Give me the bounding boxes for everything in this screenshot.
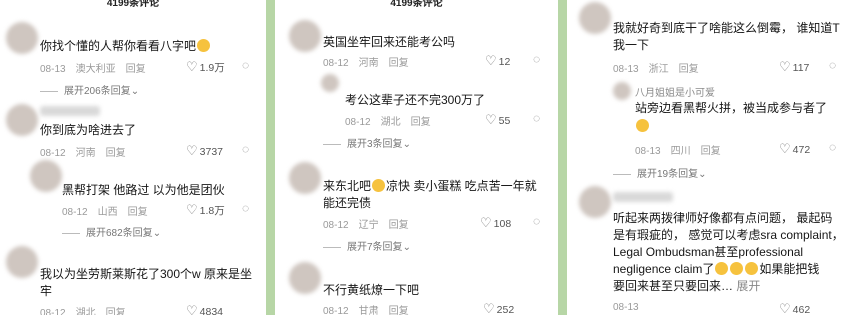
comment-meta: 08-13 澳大利亚 回复: [40, 64, 146, 75]
dislike-icon[interactable]: ◌: [242, 142, 249, 156]
emoji-icon: [745, 262, 759, 275]
reply-username[interactable]: 八月姐姐是小可爱: [635, 84, 715, 99]
emoji-icon: [730, 262, 744, 275]
comment-text: 听起来两拨律师好像都有点问题， 最起码: [613, 211, 833, 225]
like-button[interactable]: ♡ 4834: [186, 303, 223, 315]
reply-button[interactable]: 回复: [126, 64, 146, 75]
like-button[interactable]: ♡ 462: [779, 301, 810, 315]
emoji-icon: [197, 39, 211, 52]
dislike-icon[interactable]: ◌: [533, 214, 540, 228]
heart-icon: ♡: [779, 301, 791, 315]
heart-icon: ♡: [485, 112, 497, 127]
expand-replies[interactable]: 展开7条回复⌄: [323, 238, 411, 253]
avatar[interactable]: [613, 82, 631, 100]
comment-text: 黑帮打架 他路过 以为他是团伙: [62, 183, 225, 197]
comment-text: 我一下: [613, 38, 650, 52]
comment-text: 你找个懂的人帮你看看八字吧: [40, 38, 211, 55]
reply-button[interactable]: 回复: [128, 207, 148, 218]
reply-button[interactable]: 回复: [679, 64, 699, 75]
comment-meta: 08-12 山西 回复: [62, 207, 148, 218]
comment-panel-3: 我就好奇到底干了啥能这么倒霉， 谁知道T 我一下 08-13 浙江 回复 ♡ 117 …: [567, 0, 856, 315]
comment-text: Legal Ombudsman甚至professional: [613, 245, 804, 259]
heart-icon: ♡: [186, 202, 198, 217]
reply-button[interactable]: 回复: [389, 306, 409, 315]
comment-text: 能还完债: [323, 196, 372, 210]
comment-meta: 08-12 甘肃 回复: [323, 306, 409, 315]
like-button[interactable]: ♡ 3737: [186, 143, 223, 159]
like-button[interactable]: ♡ 55: [485, 112, 510, 128]
like-button[interactable]: ♡ 1.9万: [186, 59, 225, 75]
comment-count-header: 4199条评论: [106, 0, 160, 9]
comment-text: 我以为坐劳斯莱斯花了300个w 原来是坐: [40, 267, 253, 281]
emoji-icon: [715, 262, 729, 275]
reply-text: [635, 118, 650, 135]
comment-meta: 08-13 四川 回复: [635, 146, 721, 157]
expand-replies[interactable]: 展开3条回复⌄: [323, 135, 411, 150]
heart-icon: ♡: [485, 53, 497, 68]
like-button[interactable]: ♡ 1.8万: [186, 202, 225, 218]
comment-count-header: 4199条评论: [390, 0, 443, 9]
comment-text: 你到底为啥进去了: [40, 123, 137, 137]
avatar[interactable]: [6, 246, 38, 278]
reply-button[interactable]: 回复: [701, 146, 721, 157]
heart-icon: ♡: [779, 141, 791, 156]
avatar[interactable]: [289, 20, 321, 52]
heart-icon: ♡: [186, 303, 198, 315]
reply-button[interactable]: 回复: [389, 58, 409, 69]
comment-meta: 08-12 河南 回复: [323, 58, 409, 69]
avatar[interactable]: [6, 104, 38, 136]
like-button[interactable]: ♡ 12: [485, 53, 510, 69]
comment-text: 牢: [40, 284, 53, 298]
expand-replies[interactable]: 展开206条回复⌄: [40, 82, 139, 97]
comment-text: 不行黄纸燎一下吧: [323, 283, 420, 297]
reply-button[interactable]: 回复: [106, 308, 126, 315]
comment-meta: 08-13 浙江 回复: [613, 64, 699, 75]
reply-button[interactable]: 回复: [389, 220, 409, 231]
comment-meta: 08-12 辽宁 回复: [323, 220, 409, 231]
heart-icon: ♡: [483, 301, 495, 315]
emoji-icon: [372, 179, 386, 192]
comment-meta: 08-13: [613, 302, 639, 313]
dislike-icon[interactable]: ◌: [242, 58, 249, 72]
comment-text: 要回来甚至只要回来… 展开: [613, 279, 761, 293]
expand-replies[interactable]: 展开682条回复⌄: [62, 224, 161, 239]
comment-text: 英国坐牢回来还能考公吗: [323, 35, 456, 49]
like-button[interactable]: ♡ 472: [779, 141, 810, 157]
avatar[interactable]: [6, 22, 38, 54]
reply-button[interactable]: 回复: [411, 117, 431, 128]
comment-meta: 08-12 河南 回复: [40, 148, 126, 159]
comment-text: 我就好奇到底干了啥能这么倒霉， 谁知道T: [613, 21, 840, 35]
heart-icon: ♡: [186, 59, 198, 74]
heart-icon: ♡: [779, 59, 791, 74]
dislike-icon[interactable]: ◌: [242, 201, 249, 215]
reply-text: 站旁边看黑帮火拼，被当成参与者了: [635, 101, 828, 115]
avatar[interactable]: [579, 186, 611, 218]
comment-panel-2: 4199条评论 英国坐牢回来还能考公吗 08-12 河南 回复 ♡ 12 ◌ 考公这辈…: [275, 0, 558, 315]
like-button[interactable]: ♡ 252: [483, 301, 514, 315]
dislike-icon[interactable]: ◌: [533, 52, 540, 66]
avatar[interactable]: [289, 262, 321, 294]
comment-meta: 08-12 湖北 回复: [40, 304, 136, 315]
heart-icon: ♡: [480, 215, 492, 230]
dislike-icon[interactable]: ◌: [829, 58, 836, 72]
like-button[interactable]: ♡ 117: [779, 59, 809, 75]
heart-icon: ♡: [186, 143, 198, 158]
like-button[interactable]: ♡ 108: [480, 215, 511, 231]
comment-text: negligence claim了 如果能把钱: [613, 262, 820, 276]
avatar[interactable]: [579, 2, 611, 34]
avatar[interactable]: [30, 160, 62, 192]
comment-text: 来东北吧 凉快 卖小蛋糕 吃点苦一年就: [323, 179, 537, 193]
dislike-icon[interactable]: ◌: [533, 111, 540, 125]
dislike-icon[interactable]: ◌: [829, 140, 836, 154]
comment-text: 是有瑕疵的， 感觉可以考虑sra complaint，: [613, 228, 844, 242]
emoji-icon: [636, 119, 649, 132]
expand-comment-button[interactable]: 展开: [736, 279, 760, 293]
avatar[interactable]: [289, 162, 321, 194]
reply-text: 考公这辈子还不完300万了: [345, 93, 486, 107]
reply-button[interactable]: 回复: [106, 148, 126, 159]
avatar[interactable]: [321, 74, 339, 92]
comment-panel-1: 4199条评论 你找个懂的人帮你看看八字吧 08-13 澳大利亚 回复 ♡ 1.9万 …: [0, 0, 266, 315]
comment-meta: 08-12 湖北 回复: [345, 117, 431, 128]
expand-replies[interactable]: 展开19条回复⌄: [613, 165, 707, 180]
